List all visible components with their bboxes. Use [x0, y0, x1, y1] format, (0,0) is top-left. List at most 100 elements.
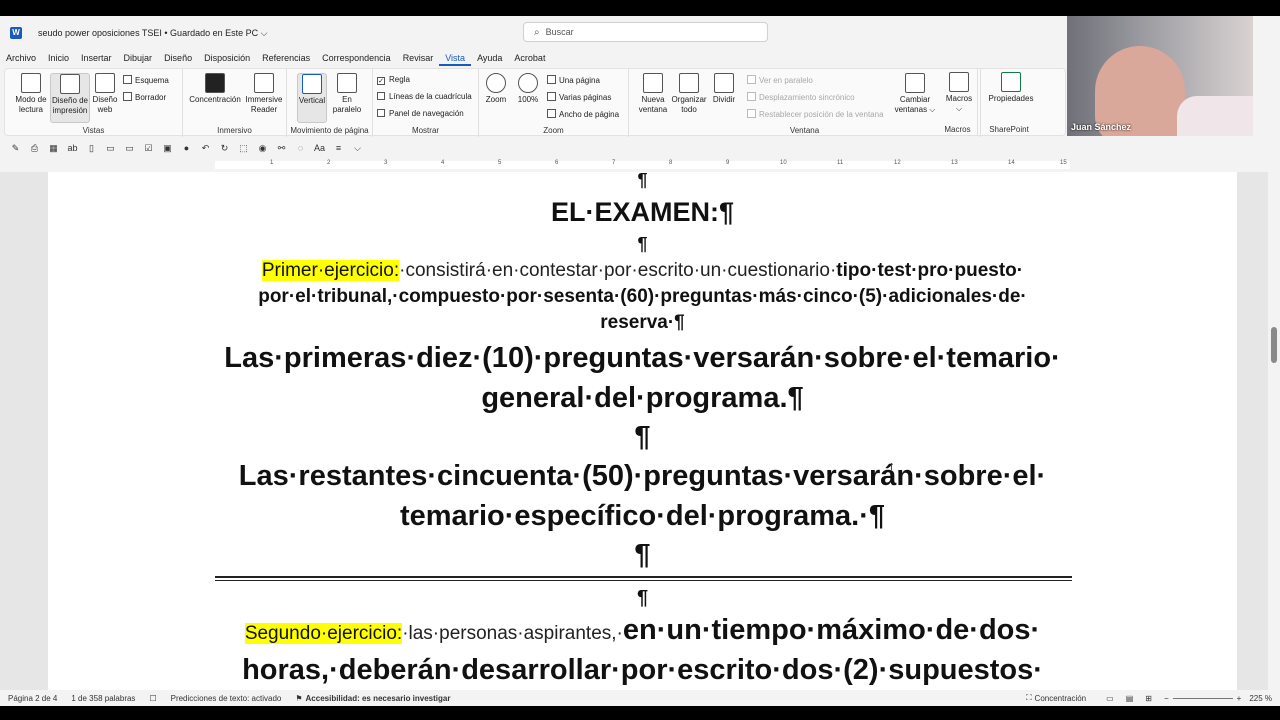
tab-archivo[interactable]: Archivo [0, 50, 42, 66]
macros-button[interactable]: Macros ⌵ [942, 72, 976, 114]
restablecer-label: Restablecer posición de la ventana [759, 110, 884, 119]
zoom-button[interactable]: Zoom [483, 73, 509, 105]
link-icon[interactable]: ⚯ [276, 143, 287, 154]
ruler-tick: 6 [555, 160, 559, 166]
print-layout-icon[interactable]: ▤ [1126, 694, 1134, 703]
document-title[interactable]: seudo power oposiciones TSEI • Guardado … [38, 28, 267, 39]
proofing-icon[interactable]: ☐ [149, 694, 156, 703]
outline-icon [123, 75, 132, 84]
en-paralelo-button[interactable]: En paralelo [331, 73, 363, 115]
varias-paginas-button[interactable]: Varias páginas [547, 92, 611, 102]
accessibility-status[interactable]: Accesibilidad: es necesario investigar [306, 694, 451, 703]
desplazamiento-sincronico-button[interactable]: Desplazamiento sincrónico [747, 92, 855, 102]
multiple-pages-icon [547, 92, 556, 101]
panel-navegacion-checkbox[interactable]: Panel de navegación [377, 109, 464, 118]
redo-icon[interactable]: ↻ [219, 143, 230, 154]
tab-inicio[interactable]: Inicio [42, 50, 75, 66]
group-sharepoint: Propiedades SharePoint [980, 68, 1038, 136]
check-icon[interactable]: ☑ [143, 143, 154, 154]
focus-mode-button[interactable]: Concentración [1035, 694, 1087, 703]
folder-icon[interactable]: ▭ [124, 143, 135, 154]
horizontal-ruler[interactable]: 1 2 3 4 5 6 7 8 9 10 11 12 13 14 15 [0, 158, 1280, 172]
ruler-tick: 1 [270, 160, 274, 166]
immersive-reader-button[interactable]: Immersive Reader [243, 73, 285, 115]
focus-mode-icon: ⛶ [1025, 693, 1032, 702]
ancho-pagina-button[interactable]: Ancho de página [547, 109, 619, 119]
paragraph-primer-ejercicio: Primer·ejercicio:·consistirá·en·contesta… [48, 258, 1237, 284]
zoom-in-icon[interactable]: + [1237, 694, 1242, 703]
diseno-web-button[interactable]: Diseño web [91, 73, 119, 115]
organizar-todo-button[interactable]: Organizar todo [669, 73, 709, 115]
group-vistas: Modo de lectura Diseño de impresión Dise… [5, 69, 183, 137]
tab-referencias[interactable]: Referencias [256, 50, 316, 66]
macros-group-label: Macros [944, 125, 971, 134]
cambiar-ventanas-button[interactable]: Cambiar ventanas ⌵ [891, 73, 939, 115]
tab-revisar[interactable]: Revisar [397, 50, 440, 66]
color-icon[interactable]: ◉ [257, 143, 268, 154]
double-rule-divider [215, 576, 1072, 581]
tab-ayuda[interactable]: Ayuda [471, 50, 508, 66]
web-layout-icon[interactable]: ⊞ [1145, 694, 1152, 703]
zoom-out-icon[interactable]: − [1164, 694, 1169, 703]
tab-diseno[interactable]: Diseño [158, 50, 198, 66]
diseno-impresion-button[interactable]: Diseño de impresión [50, 73, 90, 123]
dividir-button[interactable]: Dividir [709, 73, 739, 105]
tab-insertar[interactable]: Insertar [75, 50, 118, 66]
open-folder-icon[interactable]: ▭ [105, 143, 116, 154]
una-pagina-button[interactable]: Una página [547, 75, 600, 85]
ver-paralelo-button[interactable]: Ver en paralelo [747, 75, 813, 85]
esquema-button[interactable]: Esquema [123, 75, 169, 85]
zoom-100-button[interactable]: 100% [515, 73, 541, 105]
tab-disposicion[interactable]: Disposición [198, 50, 256, 66]
tab-dibujar[interactable]: Dibujar [118, 50, 159, 66]
regla-checkbox[interactable]: ✓ Regla [377, 75, 410, 85]
read-mode-icon[interactable]: ▭ [1106, 694, 1114, 703]
modo-lectura-label: Modo de lectura [15, 95, 47, 114]
status-bar: Página 2 de 4 1 de 358 palabras ☐ Predic… [0, 690, 1280, 706]
properties-icon [1001, 72, 1021, 92]
scrollbar-thumb[interactable] [1271, 327, 1277, 363]
search-input[interactable]: ⌕ Buscar [523, 22, 768, 42]
select-icon[interactable]: ⬚ [238, 143, 249, 154]
text-predictions[interactable]: Predicciones de texto: activado [171, 694, 282, 703]
borrador-button[interactable]: Borrador [123, 92, 166, 102]
tab-acrobat[interactable]: Acrobat [508, 50, 551, 66]
font-size-icon[interactable]: Aa [314, 143, 325, 154]
customize-toolbar-icon[interactable]: ⌵ [352, 143, 363, 154]
tab-vista[interactable]: Vista [439, 50, 472, 66]
vertical-scroll-icon [302, 74, 322, 94]
zoom-slider[interactable] [1172, 697, 1233, 699]
comment-icon[interactable]: ◌ [295, 143, 306, 154]
print-icon[interactable]: ⎙ [29, 143, 40, 154]
lineas-cuadricula-checkbox[interactable]: Líneas de la cuadrícula [377, 92, 472, 101]
ribbon: Modo de lectura Diseño de impresión Dise… [4, 68, 1066, 137]
table-icon[interactable]: ▦ [48, 143, 59, 154]
propiedades-button[interactable]: Propiedades [984, 72, 1038, 104]
undo-icon[interactable]: ↶ [200, 143, 211, 154]
shape-icon[interactable]: ● [181, 143, 192, 154]
spelling-icon[interactable]: ab [67, 143, 78, 154]
regla-label: Regla [389, 75, 410, 84]
align-icon[interactable]: ≡ [333, 143, 344, 154]
document-canvas[interactable]: ¶ EL·EXAMEN:¶ ¶ Primer·ejercicio:·consis… [0, 172, 1280, 690]
restablecer-posicion-button[interactable]: Restablecer posición de la ventana [747, 109, 884, 119]
primeras-diez-line2: general·del·programa.¶ [481, 382, 804, 414]
pilcrow: ¶ [634, 539, 651, 571]
concentracion-button[interactable]: Concentración [187, 73, 243, 105]
tab-correspondencia[interactable]: Correspondencia [316, 50, 397, 66]
page-count[interactable]: Página 2 de 4 [8, 694, 57, 703]
new-document-icon[interactable]: ▯ [86, 143, 97, 154]
format-painter-icon[interactable]: ✎ [10, 143, 21, 154]
one-page-icon [547, 75, 556, 84]
modo-lectura-button[interactable]: Modo de lectura [11, 73, 51, 115]
image-icon[interactable]: ▣ [162, 143, 173, 154]
zoom-level[interactable]: 225 % [1249, 694, 1272, 703]
nueva-ventana-button[interactable]: Nueva ventana [635, 73, 671, 115]
panel-navegacion-label: Panel de navegación [389, 109, 464, 118]
vertical-button[interactable]: Vertical [297, 73, 327, 123]
word-count[interactable]: 1 de 358 palabras [71, 694, 135, 703]
organizar-todo-label: Organizar todo [671, 95, 707, 114]
vertical-scrollbar[interactable] [1268, 172, 1280, 690]
document-page[interactable]: ¶ EL·EXAMEN:¶ ¶ Primer·ejercicio:·consis… [48, 172, 1237, 690]
web-page-icon [95, 73, 115, 93]
